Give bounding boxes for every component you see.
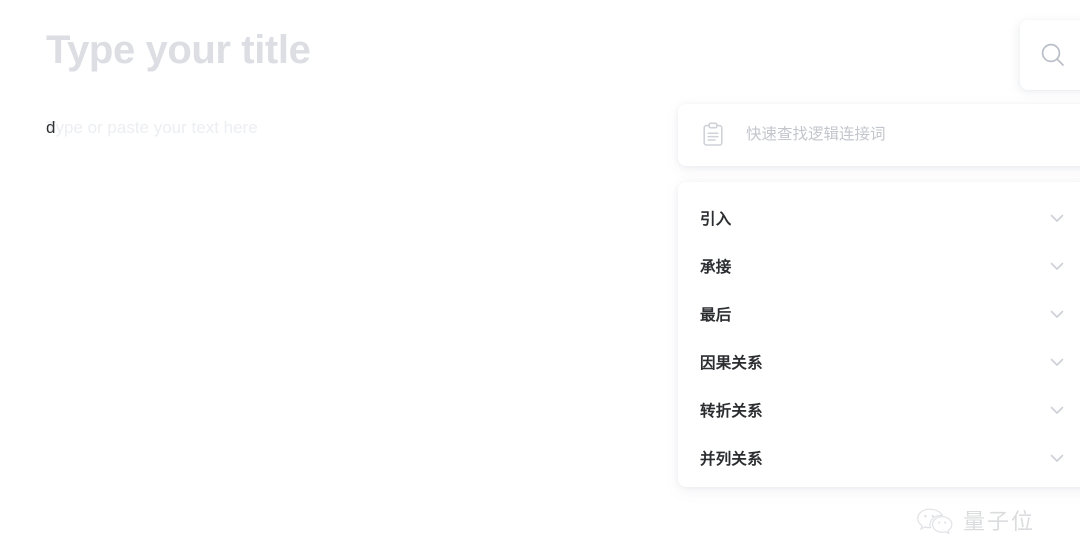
logic-connectives-panel: 引入 承接 最后 因果关系 [678,96,1080,496]
list-item[interactable]: 转折关系 [678,388,1080,436]
list-item-label: 承接 [700,259,732,276]
document-body-placeholder: Type or paste your text here [46,118,258,137]
list-item-label: 并列关系 [700,451,763,468]
search-button[interactable] [1020,20,1080,90]
chevron-down-icon[interactable] [1046,303,1068,330]
quick-find-bar[interactable] [678,104,1080,166]
quick-find-input[interactable] [746,126,1046,144]
search-icon [1038,40,1068,70]
connective-category-list: 引入 承接 最后 因果关系 转折关系 并列关系 [678,182,1080,487]
document-title-placeholder[interactable]: Type your title [46,24,311,76]
chevron-down-icon[interactable] [1046,447,1068,474]
list-item-label: 转折关系 [700,403,763,420]
chevron-down-icon[interactable] [1046,207,1068,234]
list-item[interactable]: 最后 [678,292,1080,340]
list-item-label: 因果关系 [700,355,763,372]
list-item-label: 最后 [700,307,732,324]
list-item[interactable]: 引入 [678,196,1080,244]
list-item[interactable]: 并列关系 [678,436,1080,484]
chevron-down-icon[interactable] [1046,255,1068,282]
document-body-typed-text: d [46,118,56,137]
clipboard-icon [700,122,726,148]
list-item[interactable]: 因果关系 [678,340,1080,388]
chevron-down-icon[interactable] [1046,351,1068,378]
list-item-label: 引入 [700,211,732,228]
chevron-down-icon[interactable] [1046,399,1068,426]
list-item[interactable]: 承接 [678,244,1080,292]
